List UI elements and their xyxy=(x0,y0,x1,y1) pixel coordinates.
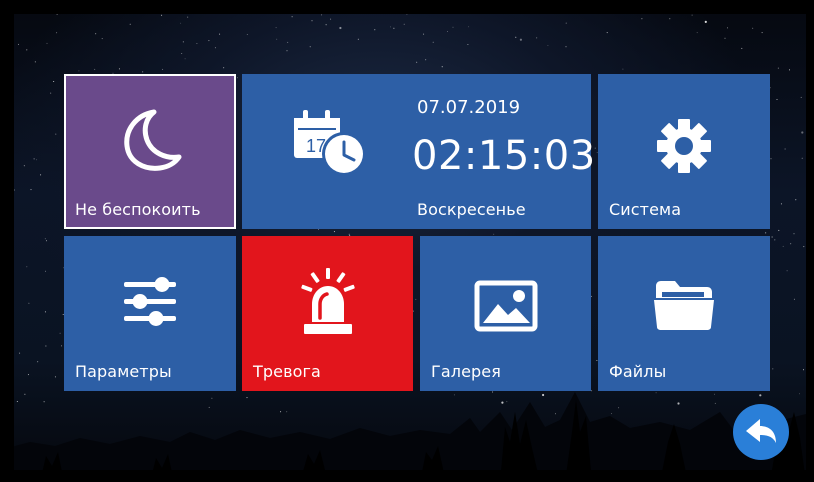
gallery-label: Галерея xyxy=(431,362,501,381)
time-text: 02:15:03 xyxy=(412,133,596,179)
alarm-tile[interactable]: Тревога xyxy=(242,236,413,391)
siren-icon xyxy=(301,268,355,334)
system-label: Система xyxy=(609,200,682,219)
files-label: Файлы xyxy=(609,362,667,381)
screen-bezel-left xyxy=(0,0,14,482)
folder-icon xyxy=(654,281,714,330)
alarm-label: Тревога xyxy=(253,362,321,381)
do-not-disturb-label: Не беспокоить xyxy=(75,200,201,219)
back-button[interactable] xyxy=(733,404,789,460)
files-tile[interactable]: Файлы xyxy=(598,236,770,391)
system-tile[interactable]: Система xyxy=(598,74,770,229)
image-icon xyxy=(474,280,538,332)
date-text: 07.07.2019 xyxy=(417,97,521,118)
date-time-tile[interactable]: 17 07.07.2019 02:15:03 Воскресенье xyxy=(242,74,595,229)
parameters-label: Параметры xyxy=(75,362,172,381)
moon-icon xyxy=(124,109,182,171)
weekday-label: Воскресенье xyxy=(417,200,526,219)
screen-bezel-right xyxy=(806,0,814,482)
home-screen: Не беспокоить 17 07.07.2019 02:15:03 Вос… xyxy=(0,0,814,482)
screen-bezel-top xyxy=(0,0,814,14)
sliders-icon xyxy=(124,277,176,326)
calendar-clock-icon: 17 xyxy=(294,110,366,176)
back-arrow-icon xyxy=(746,419,776,443)
gear-icon xyxy=(657,119,711,173)
screen-bezel-bottom xyxy=(0,470,814,482)
parameters-tile[interactable]: Параметры xyxy=(64,236,236,391)
gallery-tile[interactable]: Галерея xyxy=(420,236,591,391)
do-not-disturb-tile[interactable]: Не беспокоить xyxy=(64,74,236,229)
